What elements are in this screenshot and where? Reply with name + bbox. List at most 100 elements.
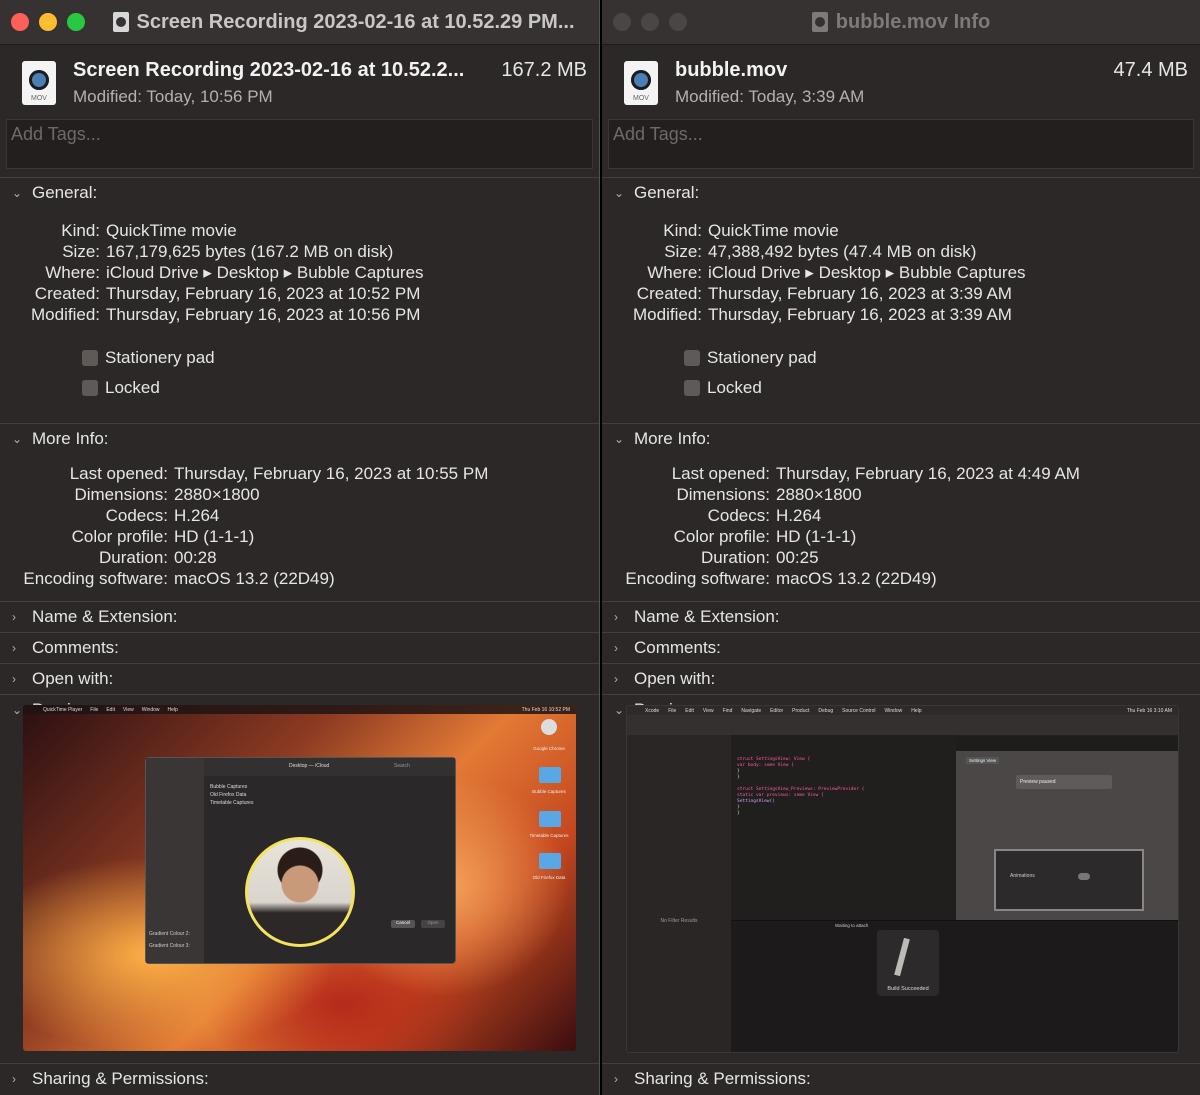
- more-info-disclosure[interactable]: ⌄ More Info:: [0, 424, 599, 454]
- locked-checkbox[interactable]: Locked: [82, 373, 599, 403]
- name-extension-disclosure[interactable]: › Name & Extension:: [602, 602, 1200, 632]
- xcode-menubar: Xcode File Edit View Find Navigate Edito…: [627, 706, 1178, 715]
- movie-document-icon[interactable]: [112, 12, 129, 32]
- chevron-down-icon[interactable]: ⌄: [12, 186, 26, 200]
- build-succeeded-hud: Build Succeeded: [877, 930, 939, 996]
- label-created: Created:: [34, 284, 100, 303]
- section-title: Sharing & Permissions:: [32, 1069, 209, 1088]
- value-color-profile: HD (1-1-1): [174, 527, 255, 546]
- value-kind: QuickTime movie: [106, 221, 237, 240]
- file-name: bubble.mov: [675, 59, 788, 81]
- name-extension-disclosure[interactable]: › Name & Extension:: [0, 602, 599, 632]
- menu-item: Window: [884, 707, 903, 714]
- label-modified: Modified:: [31, 305, 100, 324]
- value-where: iCloud Drive ▸ Desktop ▸ Bubble Captures: [708, 263, 1026, 282]
- chevron-right-icon[interactable]: ›: [12, 641, 26, 655]
- chevron-down-icon[interactable]: ⌄: [12, 432, 26, 446]
- section-title: Name & Extension:: [634, 607, 780, 626]
- open-with-disclosure[interactable]: › Open with:: [0, 664, 599, 694]
- checkbox-box[interactable]: [684, 350, 700, 366]
- folder-item: Bubble Captures: [210, 784, 248, 790]
- general-disclosure[interactable]: ⌄ General:: [602, 178, 1200, 208]
- label-codecs: Codecs:: [105, 506, 168, 525]
- minimize-button[interactable]: [39, 13, 57, 31]
- movie-document-icon[interactable]: [811, 12, 828, 32]
- tags-field[interactable]: Add Tags...: [608, 119, 1194, 169]
- chevron-right-icon[interactable]: ›: [12, 610, 26, 624]
- tags-field[interactable]: Add Tags...: [6, 119, 593, 169]
- desktop-icon-label: Timetable Captures: [529, 833, 569, 838]
- section-title: Open with:: [634, 669, 716, 688]
- label-last-opened: Last opened:: [671, 464, 770, 483]
- title-bar[interactable]: Screen Recording 2023-02-16 at 10.52.29 …: [0, 0, 599, 45]
- label-dimensions: Dimensions:: [676, 485, 770, 504]
- chevron-right-icon[interactable]: ›: [614, 610, 628, 624]
- section-title: General:: [634, 183, 700, 202]
- menu-item: Source Control: [842, 707, 876, 714]
- stationery-pad-checkbox[interactable]: Stationery pad: [82, 343, 599, 373]
- code-block: struct SettingsView: View { var body: so…: [737, 757, 864, 817]
- value-last-opened: Thursday, February 16, 2023 at 10:55 PM: [174, 464, 489, 483]
- menu-item: Window: [141, 706, 160, 713]
- title-bar[interactable]: bubble.mov Info: [602, 0, 1200, 45]
- general-disclosure[interactable]: ⌄ General:: [0, 178, 599, 208]
- locked-checkbox[interactable]: Locked: [684, 373, 1200, 403]
- chevron-right-icon[interactable]: ›: [614, 641, 628, 655]
- section-open-with: › Open with:: [602, 663, 1200, 694]
- settings-view-label: Settings View: [966, 757, 1000, 764]
- desktop-icon-label: Bubble Captures: [532, 789, 566, 794]
- chevron-right-icon[interactable]: ›: [614, 1072, 628, 1086]
- comments-disclosure[interactable]: › Comments:: [0, 633, 599, 663]
- checkbox-box[interactable]: [82, 380, 98, 396]
- xcode-toolbar: [627, 715, 1178, 736]
- info-window-screen-recording: Screen Recording 2023-02-16 at 10.52.29 …: [0, 0, 600, 1095]
- menu-item: File: [90, 706, 99, 713]
- menu-item: Debug: [818, 707, 834, 714]
- section-name-extension: › Name & Extension:: [0, 601, 599, 632]
- section-title: Open with:: [32, 669, 114, 688]
- chevron-right-icon[interactable]: ›: [12, 1072, 26, 1086]
- dialog-cancel-button: Cancel: [391, 920, 415, 928]
- label-duration: Duration:: [99, 548, 168, 567]
- video-preview[interactable]: QuickTime Player File Edit View Window H…: [23, 705, 576, 1051]
- menu-item: Product: [792, 707, 810, 714]
- chevron-down-icon[interactable]: ⌄: [614, 432, 628, 446]
- label-duration: Duration:: [701, 548, 770, 567]
- value-duration: 00:28: [174, 548, 217, 567]
- section-title: Comments:: [634, 638, 721, 657]
- folder-icon: [539, 811, 561, 827]
- preview-paused-label: Preview paused: [1016, 775, 1112, 789]
- menubar-clock: Thu Feb 16 3:10 AM: [1126, 707, 1172, 714]
- checkbox-box[interactable]: [82, 350, 98, 366]
- value-kind: QuickTime movie: [708, 221, 839, 240]
- video-preview[interactable]: Xcode File Edit View Find Navigate Edito…: [626, 705, 1179, 1053]
- stationery-pad-checkbox[interactable]: Stationery pad: [684, 343, 1200, 373]
- mov-file-icon[interactable]: MOV: [22, 61, 56, 105]
- mov-file-icon[interactable]: MOV: [624, 61, 658, 105]
- open-label: Open: [427, 920, 439, 925]
- chevron-down-icon[interactable]: ⌄: [614, 186, 628, 200]
- menubar-clock: Thu Feb 16 10:52 PM: [521, 706, 570, 713]
- zoom-button[interactable]: [67, 13, 85, 31]
- more-info-disclosure[interactable]: ⌄ More Info:: [602, 424, 1200, 454]
- label-size: Size:: [664, 242, 702, 261]
- chevron-right-icon[interactable]: ›: [12, 672, 26, 686]
- comments-disclosure[interactable]: › Comments:: [602, 633, 1200, 663]
- dialog-path: Desktop — iCloud: [289, 763, 330, 769]
- section-title: General:: [32, 183, 98, 202]
- webcam-bubble: [245, 837, 355, 947]
- sharing-disclosure[interactable]: › Sharing & Permissions:: [0, 1064, 599, 1094]
- label-codecs: Codecs:: [707, 506, 770, 525]
- label-kind: Kind:: [61, 221, 100, 240]
- close-button[interactable]: [11, 13, 29, 31]
- chevron-right-icon[interactable]: ›: [614, 672, 628, 686]
- open-with-disclosure[interactable]: › Open with:: [602, 664, 1200, 694]
- label-encoding: Encoding software:: [625, 569, 770, 588]
- value-created: Thursday, February 16, 2023 at 3:39 AM: [708, 284, 1012, 303]
- folder-icon: [539, 767, 561, 783]
- checkbox-box[interactable]: [684, 380, 700, 396]
- folder-icon: [539, 853, 561, 869]
- sharing-disclosure[interactable]: › Sharing & Permissions:: [602, 1064, 1200, 1094]
- xcode-preview-canvas: Settings View Preview paused Animations: [956, 751, 1178, 920]
- modified-summary: Modified: Today, 10:56 PM: [73, 87, 273, 106]
